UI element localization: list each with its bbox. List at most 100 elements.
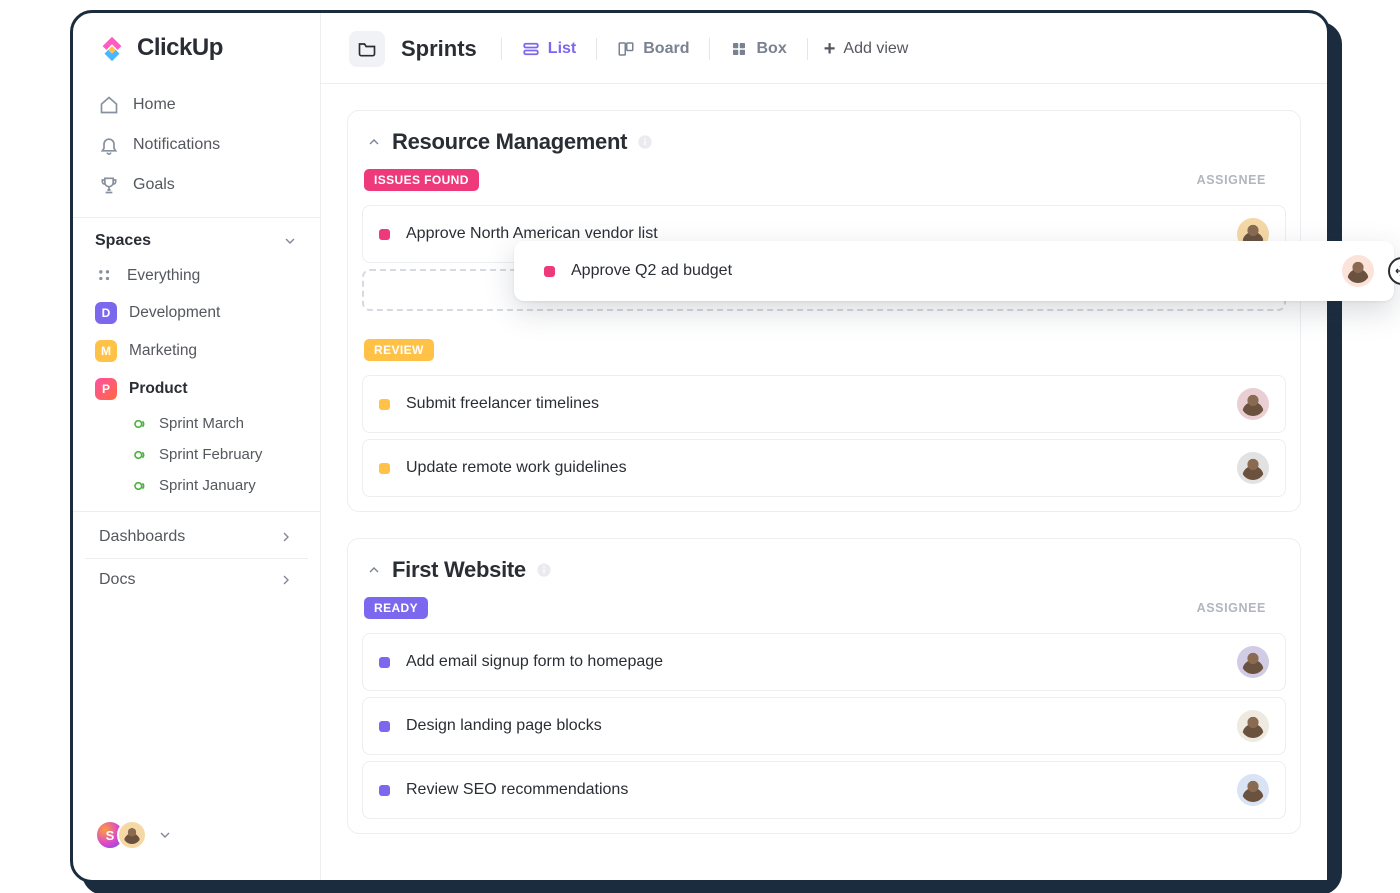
task-row[interactable]: Submit freelancer timelines: [362, 375, 1286, 433]
list-title: First Website: [392, 557, 526, 583]
assignee-avatar[interactable]: [1342, 255, 1374, 287]
chevron-down-icon[interactable]: [157, 827, 173, 843]
separator: [501, 38, 502, 60]
assignee-avatar[interactable]: [1237, 388, 1269, 420]
folder-chip[interactable]: [349, 31, 385, 67]
view-tab-label: List: [548, 40, 576, 58]
task-name: Submit freelancer timelines: [406, 395, 1237, 413]
nav-notifications[interactable]: Notifications: [85, 125, 308, 165]
list-first-website: First Website READY ASSIGNEE Add email s…: [347, 538, 1301, 834]
task-row[interactable]: Review SEO recommendations: [362, 761, 1286, 819]
assignee-avatar[interactable]: [1237, 774, 1269, 806]
folder-icon: [357, 39, 377, 59]
nav-docs-label: Docs: [99, 571, 135, 589]
sprint-label: Sprint March: [159, 415, 244, 432]
nav-goals[interactable]: Goals: [85, 165, 308, 205]
sprint-item[interactable]: Sprint January: [73, 470, 320, 501]
nav-notifications-label: Notifications: [133, 136, 220, 154]
space-product[interactable]: P Product: [73, 370, 320, 408]
space-marketing[interactable]: M Marketing: [73, 332, 320, 370]
task-name: Design landing page blocks: [406, 717, 1237, 735]
nav-home-label: Home: [133, 96, 176, 114]
collapse-icon[interactable]: [366, 134, 382, 150]
column-assignee: ASSIGNEE: [1197, 601, 1266, 615]
task-dragging[interactable]: Approve Q2 ad budget: [514, 241, 1394, 301]
spaces-header[interactable]: Spaces: [73, 218, 320, 258]
content: Resource Management ISSUES FOUND ASSIGNE…: [321, 84, 1327, 880]
space-development[interactable]: D Development: [73, 294, 320, 332]
view-tab-board[interactable]: Board: [613, 36, 693, 62]
sidebar-footer: S: [73, 804, 320, 866]
add-view-button[interactable]: + Add view: [824, 39, 909, 59]
chevron-down-icon: [282, 233, 298, 249]
assignee-avatar[interactable]: [1237, 452, 1269, 484]
assignee-avatar[interactable]: [1237, 710, 1269, 742]
task-row[interactable]: Add email signup form to homepage: [362, 633, 1286, 691]
view-tab-list[interactable]: List: [518, 36, 580, 62]
info-icon[interactable]: [536, 562, 552, 578]
separator: [807, 38, 808, 60]
nav-docs[interactable]: Docs: [85, 559, 308, 601]
view-tab-label: Box: [756, 40, 786, 58]
space-label: Development: [129, 304, 220, 322]
trophy-icon: [99, 175, 119, 195]
view-tab-box[interactable]: Box: [726, 36, 790, 62]
separator: [596, 38, 597, 60]
move-cursor-icon: [1388, 257, 1400, 285]
app-frame: ClickUp Home Notifications Goals Spaces …: [70, 10, 1330, 883]
list-title: Resource Management: [392, 129, 627, 155]
space-everything-label: Everything: [127, 267, 200, 285]
list-resource-management: Resource Management ISSUES FOUND ASSIGNE…: [347, 110, 1301, 512]
status-tag-review[interactable]: REVIEW: [364, 339, 434, 361]
topbar: Sprints List Board Box + Add view: [321, 13, 1327, 84]
task-row[interactable]: Update remote work guidelines: [362, 439, 1286, 497]
status-dot: [379, 657, 390, 668]
space-badge: P: [95, 378, 117, 400]
sprint-item[interactable]: Sprint March: [73, 408, 320, 439]
brand-name: ClickUp: [137, 34, 223, 62]
list-view-icon: [522, 40, 540, 58]
status-dot: [379, 785, 390, 796]
bell-icon: [99, 135, 119, 155]
sprint-label: Sprint January: [159, 477, 256, 494]
task-name: Approve Q2 ad budget: [571, 262, 1342, 280]
sprint-label: Sprint February: [159, 446, 262, 463]
sprint-item[interactable]: Sprint February: [73, 439, 320, 470]
status-dot: [379, 399, 390, 410]
space-label: Marketing: [129, 342, 197, 360]
space-badge: M: [95, 340, 117, 362]
brand-logo[interactable]: ClickUp: [73, 33, 320, 83]
add-view-label: Add view: [843, 40, 908, 58]
status-dot: [379, 463, 390, 474]
assignee-avatar[interactable]: [1237, 646, 1269, 678]
status-tag-issues[interactable]: ISSUES FOUND: [364, 169, 479, 191]
view-tab-label: Board: [643, 40, 689, 58]
workspace-picker[interactable]: S: [95, 820, 147, 850]
folder-title: Sprints: [401, 36, 477, 62]
separator: [709, 38, 710, 60]
nav-primary: Home Notifications Goals: [73, 83, 320, 207]
info-icon[interactable]: [637, 134, 653, 150]
plus-icon: +: [824, 39, 836, 59]
board-view-icon: [617, 40, 635, 58]
chevron-right-icon: [278, 572, 294, 588]
sidebar: ClickUp Home Notifications Goals Spaces …: [73, 13, 321, 880]
nav-goals-label: Goals: [133, 176, 175, 194]
clickup-logo-icon: [97, 33, 127, 63]
collapse-icon[interactable]: [366, 562, 382, 578]
nav-dashboards-label: Dashboards: [99, 528, 185, 546]
space-label: Product: [129, 380, 188, 398]
home-icon: [99, 95, 119, 115]
nav-home[interactable]: Home: [85, 85, 308, 125]
sprint-icon: [133, 447, 149, 463]
status-tag-ready[interactable]: READY: [364, 597, 428, 619]
nav-dashboards[interactable]: Dashboards: [85, 516, 308, 558]
grid-dots-icon: [95, 266, 115, 286]
user-avatar: [117, 820, 147, 850]
main: Sprints List Board Box + Add view: [321, 13, 1327, 880]
task-row[interactable]: Design landing page blocks: [362, 697, 1286, 755]
sprint-icon: [133, 416, 149, 432]
chevron-right-icon: [278, 529, 294, 545]
space-everything[interactable]: Everything: [73, 258, 320, 294]
space-badge: D: [95, 302, 117, 324]
